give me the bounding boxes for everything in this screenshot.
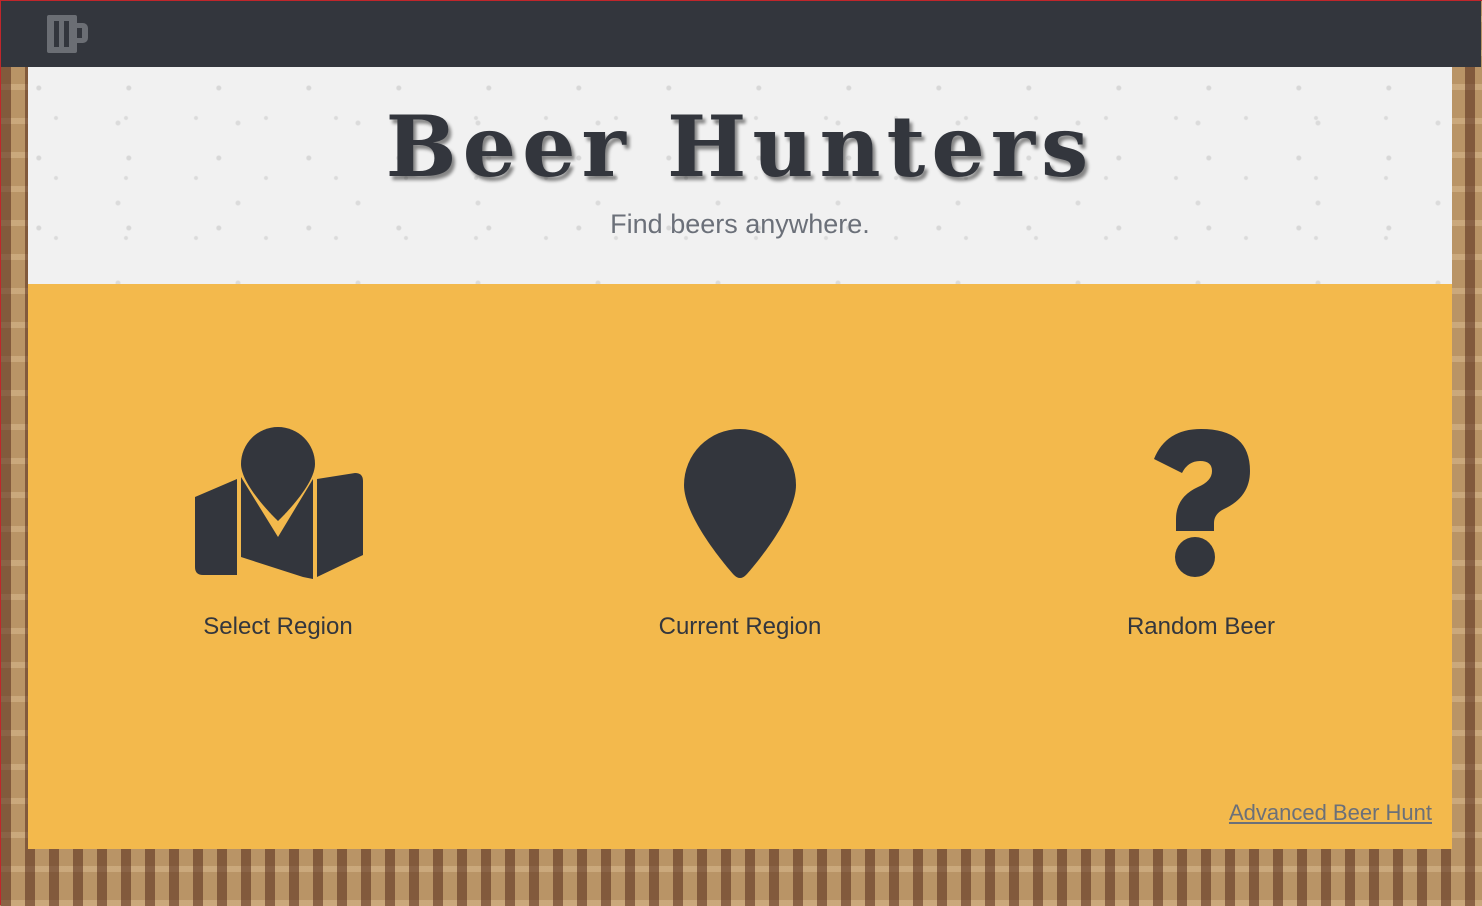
hero-header: Beer Hunters Find beers anywhere. [28, 67, 1452, 284]
question-mark-icon [1031, 427, 1371, 579]
app-title: Beer Hunters [385, 97, 1095, 196]
beer-mug-icon[interactable] [45, 11, 91, 57]
select-region-label: Select Region [203, 613, 353, 640]
top-navbar [1, 1, 1481, 67]
select-region-button[interactable]: Select Region [108, 427, 448, 641]
random-beer-button[interactable]: Random Beer [1031, 427, 1371, 641]
random-beer-label: Random Beer [1126, 613, 1276, 640]
app-tagline: Find beers anywhere. [610, 209, 870, 239]
advanced-beer-hunt-link[interactable]: Advanced Beer Hunt [1229, 800, 1432, 826]
main-panel: Beer Hunters Find beers anywhere. Select… [28, 67, 1452, 849]
current-region-button[interactable]: Current Region [570, 427, 910, 641]
current-region-label: Current Region [658, 613, 822, 640]
map-marker-icon [108, 427, 448, 579]
location-pin-icon [570, 427, 910, 579]
